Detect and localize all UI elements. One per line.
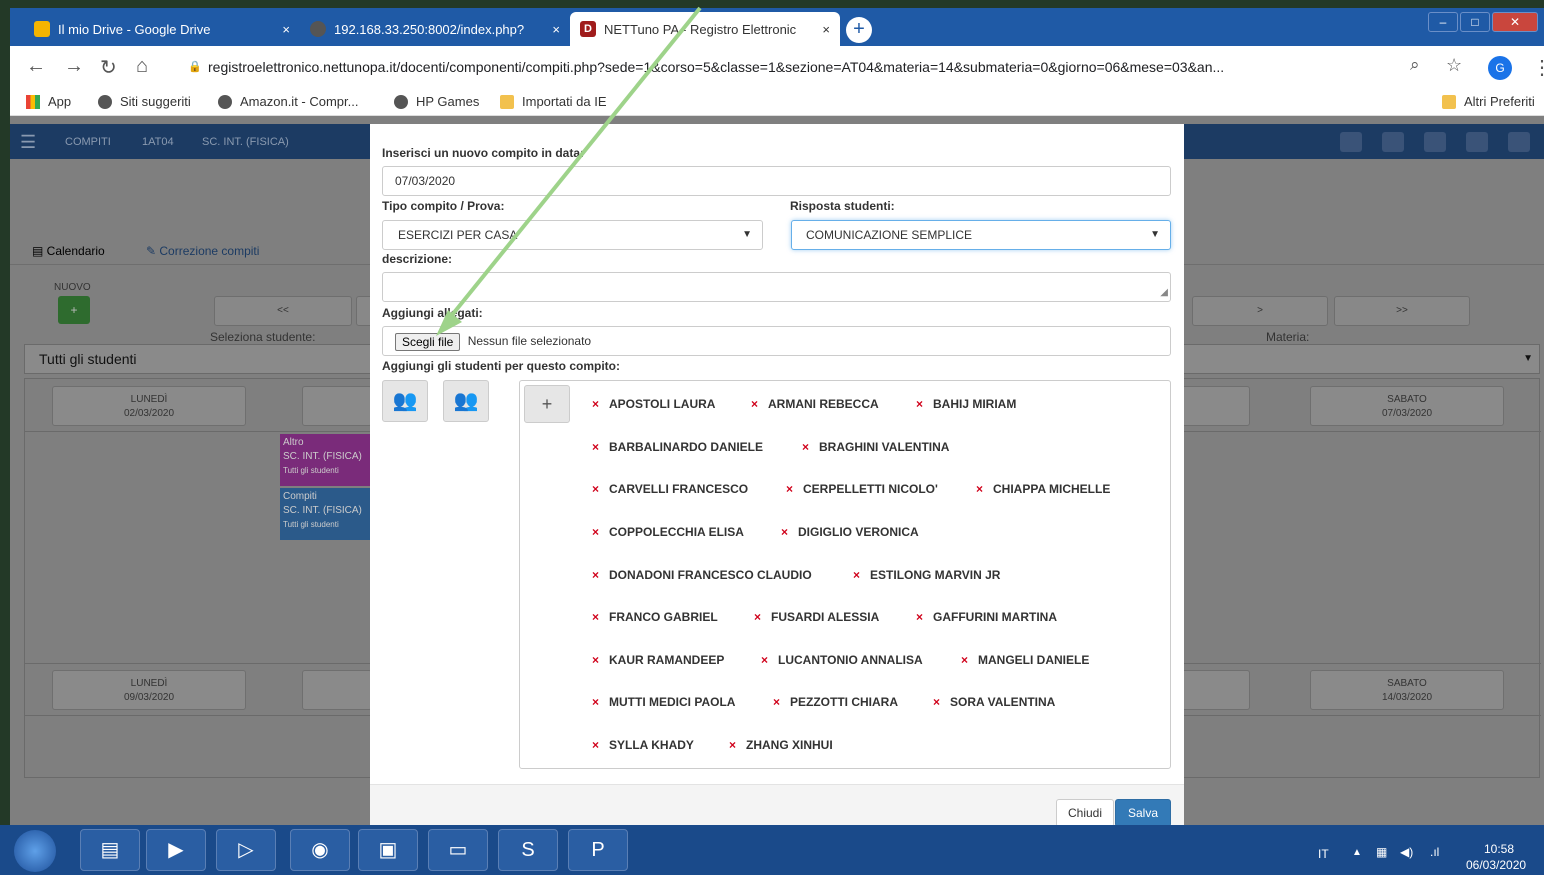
powerpoint-icon[interactable]: P bbox=[568, 829, 628, 871]
network-icon[interactable]: ▦ bbox=[1376, 845, 1387, 859]
volume-icon[interactable]: ◀) bbox=[1400, 845, 1413, 859]
media-player-icon[interactable]: ▶ bbox=[146, 829, 206, 871]
signal-icon[interactable]: .ıl bbox=[1430, 845, 1439, 859]
scanner-icon[interactable]: ▭ bbox=[428, 829, 488, 871]
explorer-icon[interactable]: ▤ bbox=[80, 829, 140, 871]
clock-time[interactable]: 10:58 bbox=[1484, 842, 1514, 856]
start-button[interactable] bbox=[14, 830, 56, 872]
tray-expand-icon[interactable]: ▲ bbox=[1352, 847, 1362, 858]
skype-icon[interactable]: S bbox=[498, 829, 558, 871]
windows-taskbar: ▤ ▶ ▷ ◉ ▣ ▭ S P IT ▲ ▦ ◀) .ıl 10:58 06/0… bbox=[0, 825, 1544, 875]
chrome-icon[interactable]: ◉ bbox=[290, 829, 350, 871]
arrow-shaft bbox=[442, 6, 702, 327]
video-player-icon[interactable]: ▷ bbox=[216, 829, 276, 871]
hp-icon[interactable]: ▣ bbox=[358, 829, 418, 871]
arrow-head bbox=[436, 310, 462, 336]
clock-date[interactable]: 06/03/2020 bbox=[1466, 858, 1526, 872]
annotation-arrow bbox=[436, 6, 702, 336]
language-indicator[interactable]: IT bbox=[1318, 847, 1329, 861]
